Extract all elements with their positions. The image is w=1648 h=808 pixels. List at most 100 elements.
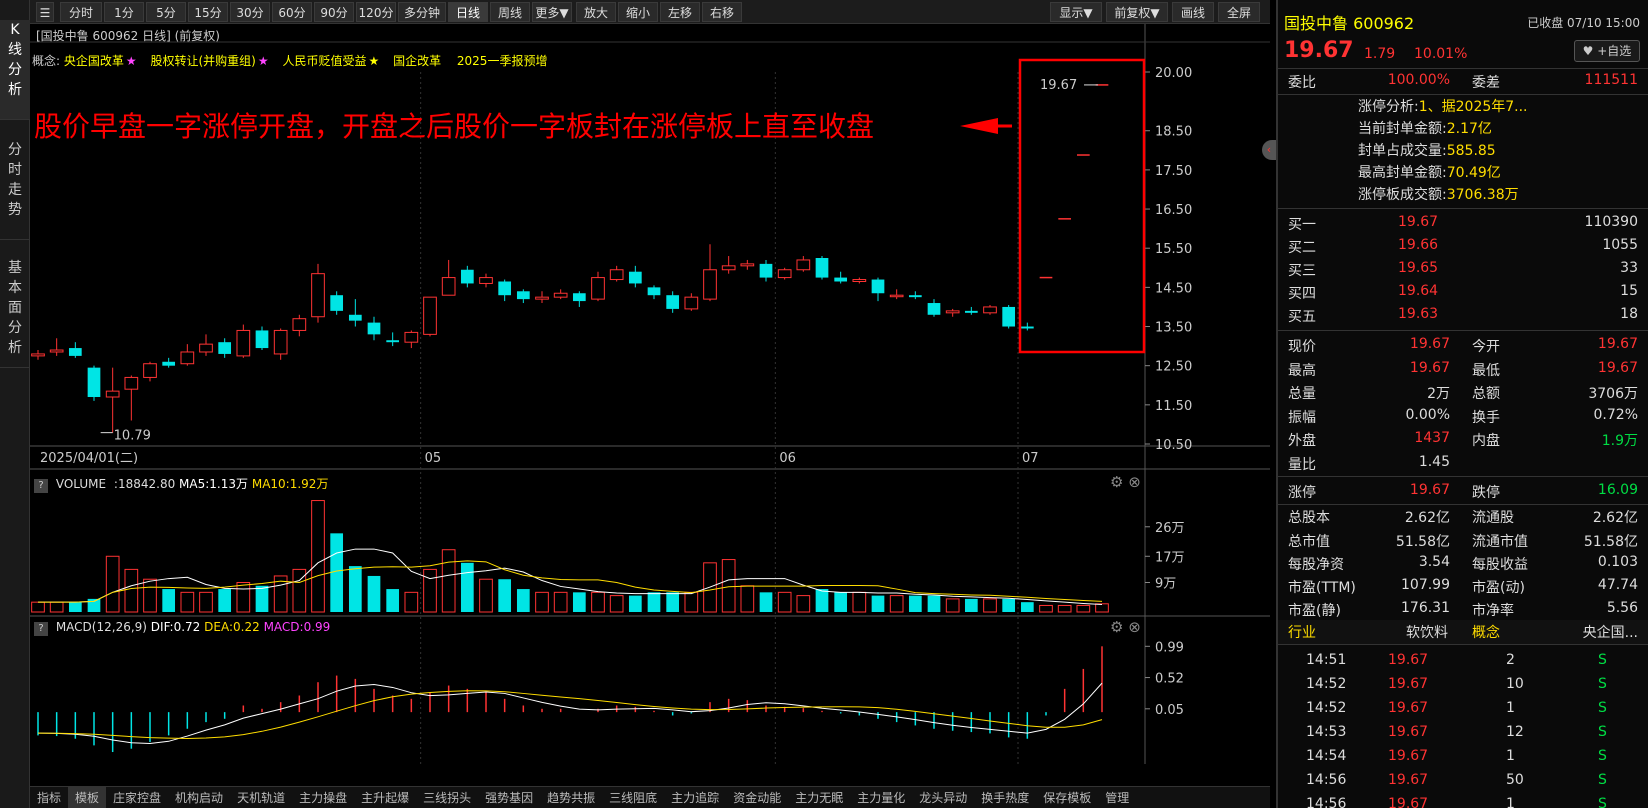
candle-body (162, 361, 176, 366)
y-tick-label: 12.50 (1155, 360, 1192, 375)
indicator-tab[interactable]: 强势基因 (478, 787, 540, 808)
help-icon[interactable]: ? (34, 622, 48, 636)
indicator-tab[interactable]: 庄家控盘 (106, 787, 168, 808)
period-button[interactable]: 90分 (314, 2, 354, 22)
volume-bar (1020, 602, 1034, 612)
volume-settings-icons[interactable]: ⚙ ⊗ (1110, 473, 1141, 491)
volume-value: :18842.80 (113, 477, 176, 491)
candle-body (759, 263, 773, 278)
tick-volume: 1 (1506, 796, 1515, 808)
indicator-tab[interactable]: 龙头异动 (912, 787, 974, 808)
tab-intraday[interactable]: 分 时 走 势 (0, 140, 30, 240)
gear-icon[interactable]: ⚙ (1110, 618, 1123, 636)
tab-kline-analysis[interactable]: K 线 分 析 (0, 20, 30, 120)
indicator-tab[interactable]: 三线阻底 (602, 787, 664, 808)
arrow-head (960, 118, 998, 134)
divider (1278, 94, 1648, 95)
bid-label: 买五 (1288, 309, 1316, 325)
stat-label: 最高 (1288, 363, 1316, 379)
highlight-box (1018, 58, 1146, 354)
move-right-button[interactable]: 右移 (702, 2, 742, 22)
x-tick-label: 06 (779, 451, 796, 466)
macd-title: MACD(12,26,9) (55, 620, 147, 634)
macd-dif: DIF:0.72 (150, 620, 201, 634)
bid-price: 19.65 (1398, 260, 1439, 276)
more-dropdown[interactable]: 更多▼ (532, 2, 572, 22)
tab-fundamentals[interactable]: 基 本 面 分 析 (0, 258, 30, 368)
period-button[interactable]: 30分 (230, 2, 270, 22)
zoom-out-button[interactable]: 缩小 (618, 2, 658, 22)
stat-label: 外盘 (1288, 433, 1316, 449)
adjust-dropdown[interactable]: 前复权▼ (1106, 2, 1168, 22)
x-tick-label: 2025/04/01(二) (40, 451, 138, 466)
period-button[interactable]: 分时 (60, 2, 102, 22)
x-tick-label: 05 (425, 451, 442, 466)
stat-label: 市净率 (1472, 603, 1514, 619)
gear-icon[interactable]: ⚙ (1110, 473, 1123, 491)
stat-label: 每股净资 (1288, 557, 1344, 573)
menu-icon[interactable]: ☰ (36, 2, 54, 22)
tab-char: 走 (8, 182, 22, 198)
indicator-tab[interactable]: 主升起爆 (354, 787, 416, 808)
display-dropdown[interactable]: 显示▼ (1050, 2, 1102, 22)
y-tick-label: 15.50 (1155, 242, 1192, 257)
indicator-tab[interactable]: 趋势共振 (540, 787, 602, 808)
indicator-tab[interactable]: 三线拐头 (416, 787, 478, 808)
draw-line-button[interactable]: 画线 (1172, 2, 1214, 22)
candle-body (404, 331, 419, 343)
limit-row: 涨停分析:1、据2025年7... (1358, 96, 1528, 116)
candle-body (927, 303, 941, 315)
volume-bar (908, 595, 922, 612)
volume-bar (964, 598, 978, 612)
move-left-button[interactable]: 左移 (660, 2, 700, 22)
limit-row: 当前封单金额:2.17亿 (1358, 118, 1492, 138)
indicator-tab[interactable]: 指标 (30, 787, 68, 808)
indicator-tab[interactable]: 主力追踪 (664, 787, 726, 808)
indicator-tab[interactable]: 天机轨道 (230, 787, 292, 808)
weibi-label: 委比 (1288, 75, 1316, 91)
close-icon[interactable]: ⊗ (1128, 618, 1141, 636)
volume-bar (348, 566, 362, 612)
indicator-tab[interactable]: 保存模板 (1036, 787, 1098, 808)
period-button[interactable]: 多分钟 (398, 2, 446, 22)
period-button[interactable]: 15分 (188, 2, 228, 22)
add-watchlist-button[interactable]: ♥ +自选 (1574, 40, 1640, 62)
indicator-tab[interactable]: 主力无眠 (788, 787, 850, 808)
fullscreen-button[interactable]: 全屏 (1218, 2, 1260, 22)
indicator-tab[interactable]: 模板 (68, 787, 107, 808)
volume-bar (628, 595, 642, 612)
collapse-panel-icon[interactable]: ‹ (1262, 140, 1276, 160)
candle-body (311, 273, 325, 318)
y-tick-label: 11.50 (1155, 399, 1192, 414)
indicator-tab[interactable]: 主力操盘 (292, 787, 354, 808)
indicator-tab[interactable]: 管理 (1098, 787, 1136, 808)
bid-volume: 18 (1620, 306, 1638, 322)
period-button[interactable]: 1分 (104, 2, 144, 22)
volume-header: ? VOLUME :18842.80 MA5:1.13万 MA10:1.92万 (34, 475, 328, 493)
stat-row: 总量 2万 总额 3706万 (1278, 381, 1648, 405)
zoom-in-button[interactable]: 放大 (576, 2, 616, 22)
indicator-tab[interactable]: 换手热度 (974, 787, 1036, 808)
period-button-active[interactable]: 日线 (448, 2, 488, 22)
indicator-tab[interactable]: 资金动能 (726, 787, 788, 808)
indicator-tab[interactable]: 主力量化 (850, 787, 912, 808)
industry-value[interactable]: 软饮料 (1406, 622, 1448, 642)
indicator-tab[interactable]: 机构启动 (168, 787, 230, 808)
stat-value: 3706万 (1588, 386, 1638, 402)
macd-settings-icons[interactable]: ⚙ ⊗ (1110, 618, 1141, 636)
candlestick-chart[interactable]: 20.00 18.50 17.50 16.50 15.50 14.50 13.50 12.50… (30, 24, 1270, 786)
close-icon[interactable]: ⊗ (1128, 473, 1141, 491)
app-window: K 线 分 析 分 时 走 势 基 本 面 分 析 ☰ 分时 1分 5分 15分… (0, 0, 1648, 808)
volume-bar (647, 592, 661, 612)
period-button[interactable]: 5分 (146, 2, 186, 22)
concept-value[interactable]: 央企国... (1583, 622, 1638, 642)
stat-row: 市盈(TTM) 107.99 市盈(动) 47.74 (1278, 575, 1648, 599)
help-icon[interactable]: ? (34, 479, 48, 493)
limit-label: 涨停分析: (1358, 99, 1419, 115)
tick-row: 14:54 19.67 1 S (1278, 746, 1648, 770)
period-button[interactable]: 周线 (490, 2, 530, 22)
stat-value: 0.00% (1405, 407, 1450, 423)
stat-row: 现价 19.67 今开 19.67 (1278, 334, 1648, 358)
period-button[interactable]: 120分 (356, 2, 396, 22)
period-button[interactable]: 60分 (272, 2, 312, 22)
